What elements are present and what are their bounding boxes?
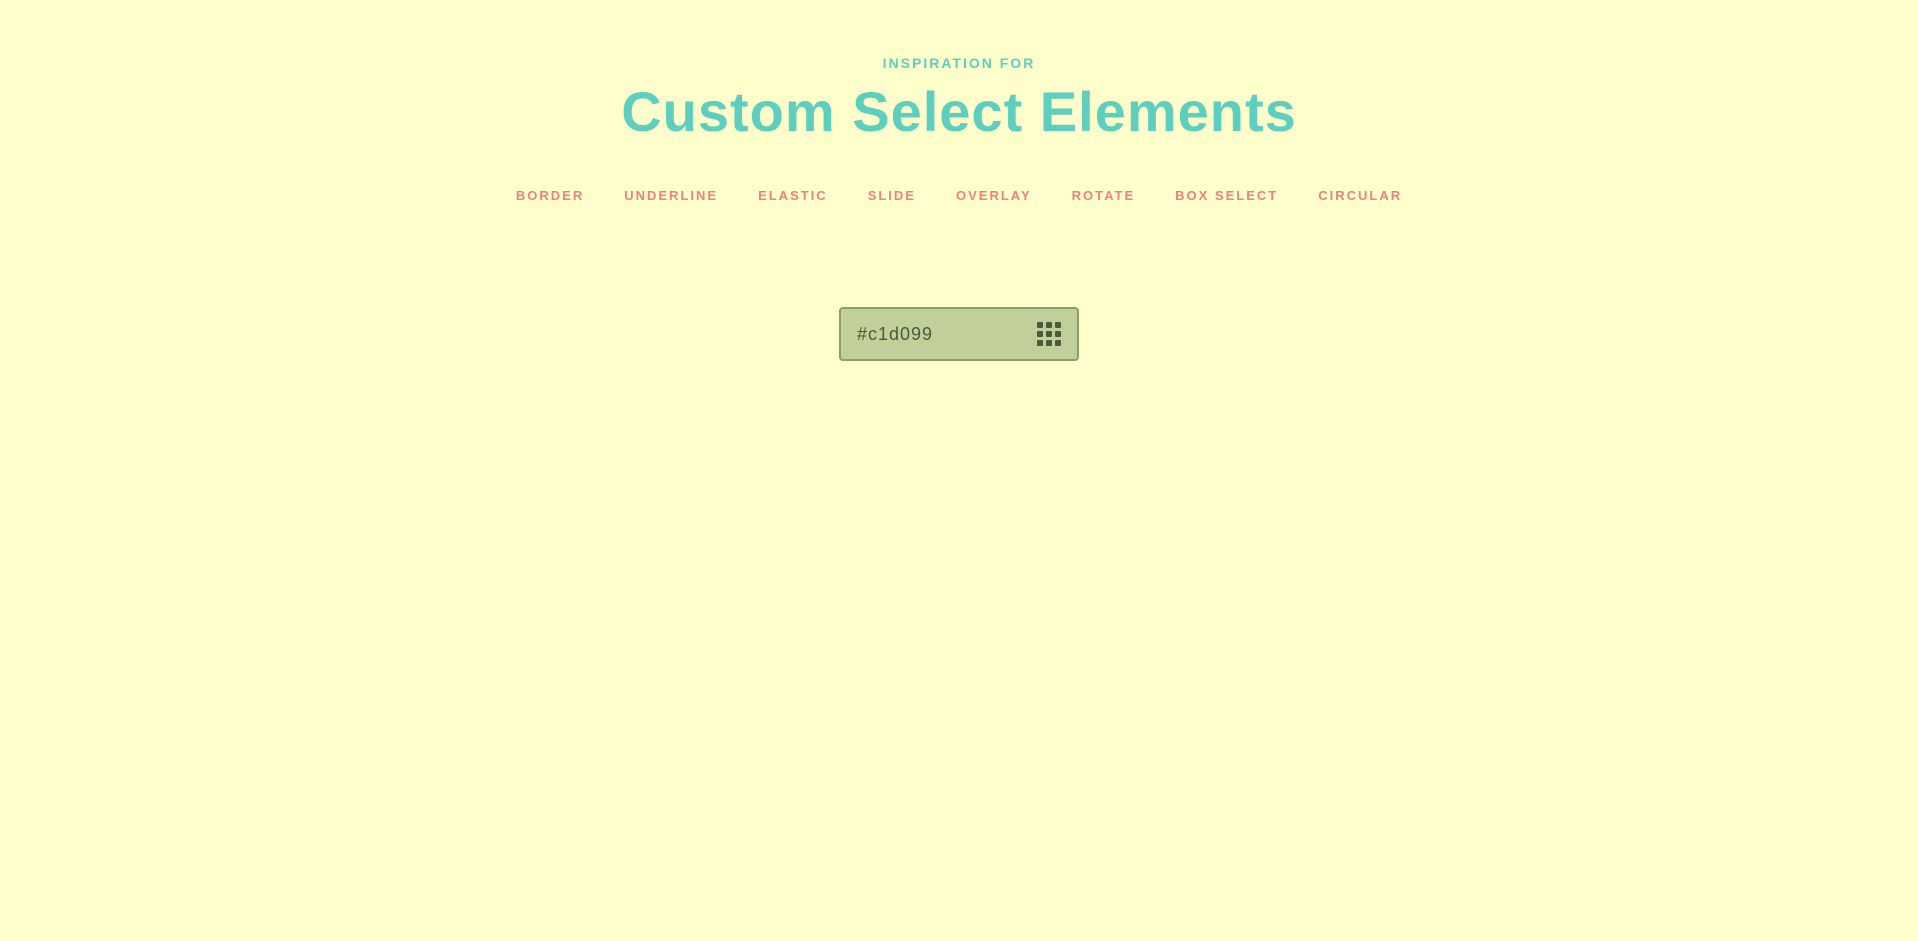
dot-5 bbox=[1046, 331, 1052, 337]
nav-item-circular[interactable]: CIRCULAR bbox=[1318, 184, 1402, 207]
select-container: #c1d099 bbox=[839, 307, 1079, 361]
grid-icon bbox=[1037, 322, 1061, 346]
dot-7 bbox=[1037, 340, 1043, 346]
nav-item-elastic[interactable]: ELASTIC bbox=[758, 184, 828, 207]
dot-2 bbox=[1046, 322, 1052, 328]
dot-3 bbox=[1055, 322, 1061, 328]
nav-item-overlay[interactable]: OVERLAY bbox=[956, 184, 1032, 207]
page-subtitle: INSPIRATION FOR bbox=[621, 55, 1297, 71]
custom-select[interactable]: #c1d099 bbox=[839, 307, 1079, 361]
nav-item-underline[interactable]: UNDERLINE bbox=[624, 184, 718, 207]
select-value: #c1d099 bbox=[857, 324, 933, 345]
dot-1 bbox=[1037, 322, 1043, 328]
page-title: Custom Select Elements bbox=[621, 79, 1297, 144]
nav-item-rotate[interactable]: ROTATE bbox=[1072, 184, 1136, 207]
dot-8 bbox=[1046, 340, 1052, 346]
nav-item-box-select[interactable]: BOX SELECT bbox=[1175, 184, 1278, 207]
nav-item-border[interactable]: BORDER bbox=[516, 184, 584, 207]
dot-4 bbox=[1037, 331, 1043, 337]
dot-9 bbox=[1055, 340, 1061, 346]
nav-item-slide[interactable]: SLIDE bbox=[868, 184, 916, 207]
page-wrapper: INSPIRATION FOR Custom Select Elements B… bbox=[0, 0, 1918, 941]
nav-menu: BORDER UNDERLINE ELASTIC SLIDE OVERLAY R… bbox=[516, 184, 1402, 207]
header: INSPIRATION FOR Custom Select Elements bbox=[621, 55, 1297, 144]
dot-6 bbox=[1055, 331, 1061, 337]
